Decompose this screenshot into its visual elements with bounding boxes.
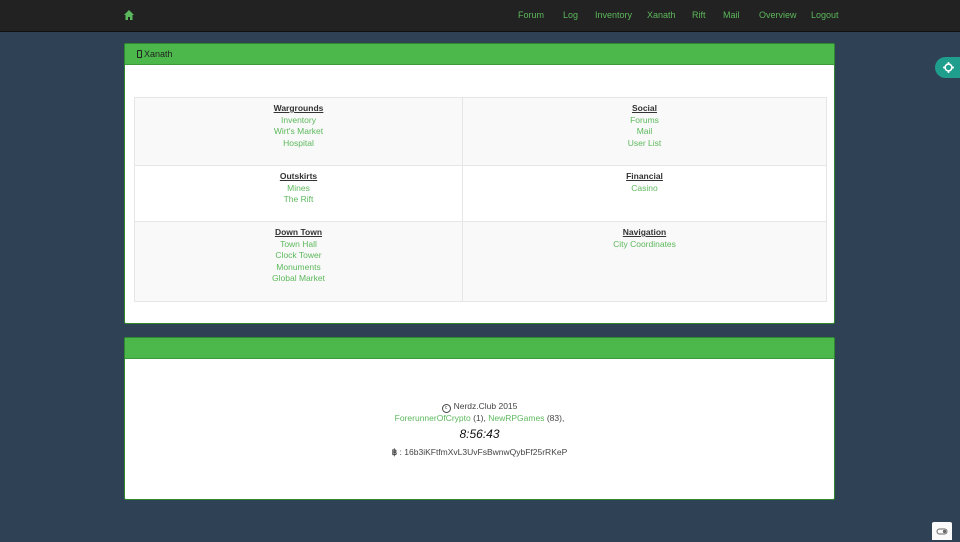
section-navigation: Navigation City Coordinates [462, 221, 827, 302]
section-title: Wargrounds [273, 103, 324, 113]
nav-forum[interactable]: Forum [518, 10, 544, 20]
copyright-icon: c [441, 404, 451, 413]
section-wargrounds: Wargrounds Inventory Wirt's Market Hospi… [134, 97, 463, 166]
gear-icon [943, 62, 954, 73]
section-title: Down Town [274, 227, 323, 237]
panel-heading: Xanath [125, 44, 834, 65]
clock: 8:56:43 [459, 426, 500, 441]
link-inventory[interactable]: Inventory [135, 115, 462, 127]
user-count: (1), [473, 413, 486, 423]
user-link[interactable]: NewRPGames [488, 413, 544, 423]
home-icon[interactable] [123, 9, 135, 21]
link-monuments[interactable]: Monuments [135, 262, 462, 274]
link-city-coordinates[interactable]: City Coordinates [463, 239, 826, 251]
btc-address: 16b3iKFtfmXvL3UvFsBwnwQybFf25rRKeP [404, 446, 568, 457]
section-title: Financial [626, 171, 663, 181]
section-title: Social [631, 103, 658, 113]
link-casino[interactable]: Casino [463, 183, 826, 195]
nav-inventory[interactable]: Inventory [595, 10, 632, 20]
link-town-hall[interactable]: Town Hall [135, 239, 462, 251]
nav-log[interactable]: Log [563, 10, 578, 20]
copyright-line: c Nerdz.Club 2015 [125, 401, 834, 413]
link-user-list[interactable]: User List [463, 138, 826, 150]
link-global-market[interactable]: Global Market [135, 273, 462, 285]
section-title: Navigation [622, 227, 667, 237]
bitcoin-icon: ฿ [391, 446, 398, 457]
link-forums[interactable]: Forums [463, 115, 826, 127]
user-count: (83), [546, 413, 565, 423]
settings-tab[interactable] [935, 57, 960, 78]
top-navbar: Forum Log Inventory Xanath Rift Mail Ove… [0, 0, 960, 32]
user-link[interactable]: ForerunnerOfCrypto [395, 413, 471, 423]
nav-overview[interactable]: Overview [759, 10, 797, 20]
nav-logout[interactable]: Logout [811, 10, 839, 20]
toggle-icon [936, 528, 948, 535]
footer-panel: c Nerdz.Club 2015 ForerunnerOfCrypto (1),… [124, 337, 835, 500]
nav-rift[interactable]: Rift [692, 10, 706, 20]
link-the-rift[interactable]: The Rift [135, 194, 462, 206]
section-title: Outskirts [279, 171, 318, 181]
online-users: ForerunnerOfCrypto (1), NewRPGames (83), [125, 413, 834, 425]
link-hospital[interactable]: Hospital [135, 138, 462, 150]
nav-xanath[interactable]: Xanath [647, 10, 676, 20]
copyright-text: Nerdz.Club 2015 [453, 401, 518, 411]
section-outskirts: Outskirts Mines The Rift [134, 165, 463, 222]
footer-info: c Nerdz.Club 2015 ForerunnerOfCrypto (1),… [125, 401, 834, 458]
section-financial: Financial Casino [462, 165, 827, 222]
location-grid: Wargrounds Inventory Wirt's Market Hospi… [134, 97, 827, 302]
link-clock-tower[interactable]: Clock Tower [135, 250, 462, 262]
panel-heading [125, 338, 834, 359]
btc-address-line: ฿ : 16b3iKFtfmXvL3UvFsBwnwQybFf25rRKeP [125, 447, 834, 459]
toggle-widget[interactable] [932, 522, 952, 540]
link-mines[interactable]: Mines [135, 183, 462, 195]
section-down-town: Down Town Town Hall Clock Tower Monument… [134, 221, 463, 302]
nav-mail[interactable]: Mail [723, 10, 740, 20]
mobile-icon [137, 50, 142, 58]
panel-title: Xanath [144, 49, 173, 59]
section-social: Social Forums Mail User List [462, 97, 827, 166]
xanath-panel: Xanath Wargrounds Inventory Wirt's Marke… [124, 43, 835, 324]
link-mail[interactable]: Mail [463, 126, 826, 138]
link-wirts-market[interactable]: Wirt's Market [135, 126, 462, 138]
btc-separator: : [399, 446, 402, 457]
